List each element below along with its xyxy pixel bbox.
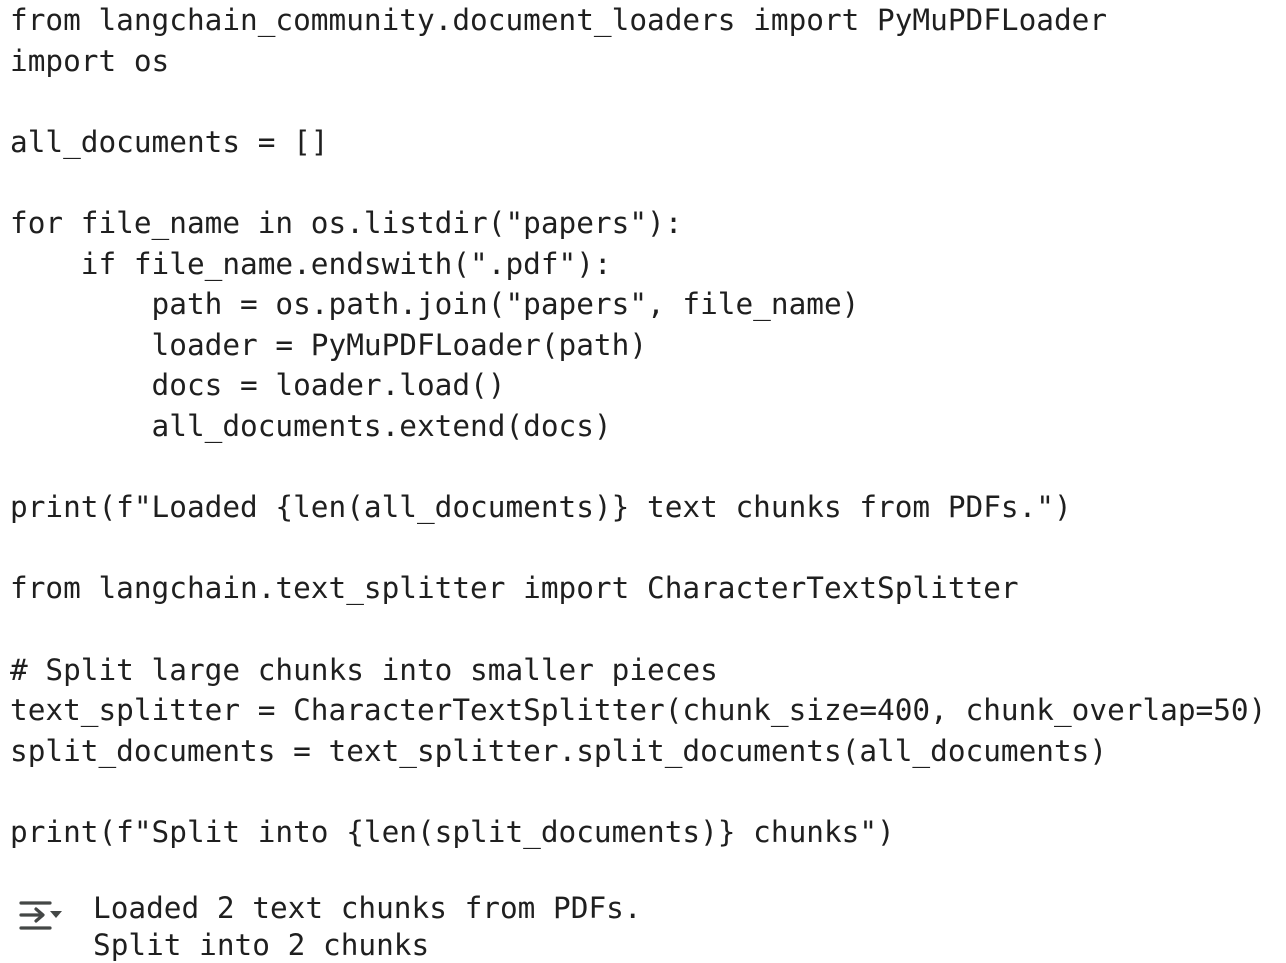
- code-editor[interactable]: from langchain_community.document_loader…: [10, 0, 1286, 852]
- code-line: docs = loader.load(): [10, 365, 1286, 406]
- code-line: from langchain.text_splitter import Char…: [10, 568, 1286, 609]
- code-line: [10, 771, 1286, 812]
- output-line: Split into 2 chunks: [93, 927, 642, 963]
- code-line: loader = PyMuPDFLoader(path): [10, 325, 1286, 366]
- output-actions-icon[interactable]: [18, 900, 64, 934]
- code-line: split_documents = text_splitter.split_do…: [10, 731, 1286, 772]
- output-line: Loaded 2 text chunks from PDFs.: [93, 890, 642, 927]
- code-line: if file_name.endswith(".pdf"):: [10, 244, 1286, 285]
- code-line: [10, 528, 1286, 569]
- code-line: for file_name in os.listdir("papers"):: [10, 203, 1286, 244]
- code-line: all_documents = []: [10, 122, 1286, 163]
- code-line: import os: [10, 41, 1286, 82]
- code-line: print(f"Split into {len(split_documents)…: [10, 812, 1286, 853]
- code-line: path = os.path.join("papers", file_name): [10, 284, 1286, 325]
- code-line: [10, 162, 1286, 203]
- code-line: [10, 609, 1286, 650]
- code-line: [10, 447, 1286, 488]
- code-line: # Split large chunks into smaller pieces: [10, 650, 1286, 691]
- cell-output: Loaded 2 text chunks from PDFs. Split in…: [0, 886, 1286, 959]
- code-line: all_documents.extend(docs): [10, 406, 1286, 447]
- output-text: Loaded 2 text chunks from PDFs. Split in…: [93, 890, 642, 963]
- code-line: text_splitter = CharacterTextSplitter(ch…: [10, 690, 1286, 731]
- code-line: [10, 81, 1286, 122]
- code-line: print(f"Loaded {len(all_documents)} text…: [10, 487, 1286, 528]
- code-line: from langchain_community.document_loader…: [10, 0, 1286, 41]
